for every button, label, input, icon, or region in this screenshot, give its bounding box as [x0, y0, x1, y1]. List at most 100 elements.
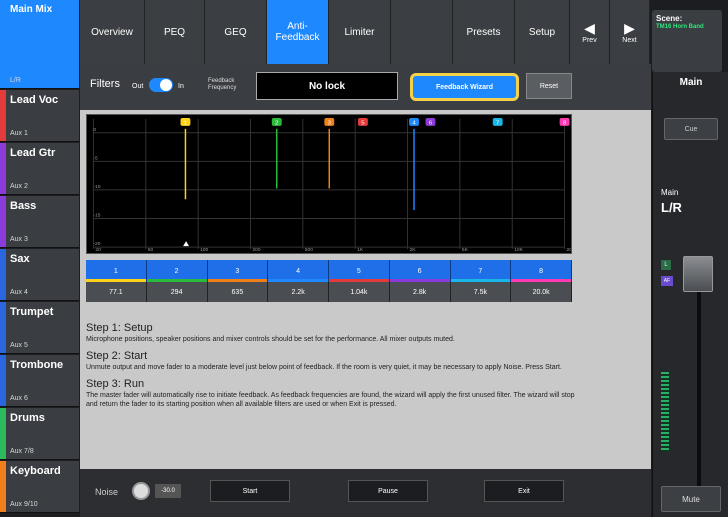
channel-sub: Aux 9/10 [10, 501, 38, 508]
scene-label: Scene: [656, 14, 683, 23]
channel-sub: Aux 6 [10, 395, 28, 402]
start-button[interactable]: Start [210, 480, 290, 502]
filter-number: 1 [113, 267, 118, 275]
filter-marker-7[interactable]: 7 [492, 117, 503, 126]
channel-sub: Aux 5 [10, 342, 28, 349]
filter-marker-1[interactable]: 1 [180, 117, 191, 126]
channel-list: Main Mix L/R Lead Voc Aux 1 Lead Gtr Aux 2 Bas… [0, 0, 79, 517]
channel-color-bar [0, 196, 6, 247]
channel-6[interactable]: Trombone Aux 6 [0, 355, 79, 407]
x-tick-label: 200 [252, 247, 260, 253]
filter-5-button[interactable]: 5 [329, 260, 390, 282]
filters-in-label: In [178, 83, 184, 90]
reset-button[interactable]: Reset [526, 73, 572, 99]
tab-limiter[interactable]: Limiter [329, 0, 391, 64]
channel-color-bar [0, 302, 6, 353]
filter-3-button[interactable]: 3 [207, 260, 269, 282]
filter-marker-5[interactable]: 5 [357, 117, 368, 126]
filter-marker-2[interactable]: 2 [271, 117, 282, 126]
pause-button[interactable]: Pause [348, 480, 428, 502]
channel-sub: Aux 2 [10, 183, 28, 190]
next-button[interactable]: ▶ Next [610, 0, 650, 64]
feedback-frequency-display: No lock [256, 72, 398, 100]
link-badge: L [661, 260, 671, 270]
channel-0[interactable]: Main Mix L/R [0, 0, 79, 89]
filter-8-button[interactable]: 8 [511, 260, 572, 282]
cue-button[interactable]: Cue [664, 118, 718, 140]
filter-6-button[interactable]: 6 [389, 260, 451, 282]
tab-peq[interactable]: PEQ [145, 0, 205, 64]
channel-name: Keyboard [10, 465, 61, 477]
tab-anti-feedback[interactable]: Anti-Feedback [267, 0, 329, 64]
channel-7[interactable]: Drums Aux 7/8 [0, 408, 79, 460]
x-tick-label: 20K [567, 247, 572, 253]
channel-name: Lead Voc [10, 94, 59, 106]
filter-number: 5 [356, 267, 361, 275]
noise-knob[interactable] [132, 482, 150, 500]
top-tabs: Overview PEQ GEQ Anti-Feedback Limiter P… [80, 0, 650, 64]
channel-2[interactable]: Lead Gtr Aux 2 [0, 143, 79, 195]
tab-empty[interactable] [391, 0, 453, 64]
noise-value: -30.0 [155, 484, 181, 498]
x-tick-label: 2K [410, 247, 417, 253]
filter-number: 4 [296, 267, 301, 275]
app-root: Main Mix L/R Lead Voc Aux 1 Lead Gtr Aux 2 Bas… [0, 0, 728, 517]
tab-overview[interactable]: Overview [80, 0, 145, 64]
filter-frequency-row: 77.1 294 635 2.2k 1.04k 2.8k 7.5k 20.0k [86, 282, 572, 302]
channel-sub: Aux 4 [10, 289, 28, 296]
feedback-label-line1: Feedback [208, 78, 235, 84]
filter-number: 7 [478, 267, 483, 275]
filter-number: 6 [417, 267, 422, 275]
filter-4-button[interactable]: 4 [268, 260, 329, 282]
mute-button[interactable]: Mute [661, 486, 721, 512]
prev-label: Prev [582, 36, 597, 44]
channel-color-bar [0, 90, 6, 141]
channel-sub: Aux 3 [10, 236, 28, 243]
step-1-body: Microphone positions, speaker positions … [86, 336, 455, 343]
y-tick-label: -15 [93, 213, 100, 219]
filter-7-button[interactable]: 7 [450, 260, 512, 282]
exit-button[interactable]: Exit [484, 480, 564, 502]
filter-2-button[interactable]: 2 [146, 260, 208, 282]
x-tick-label: 1K [357, 247, 364, 253]
channel-sub: Aux 7/8 [10, 448, 34, 455]
feedback-wizard-button[interactable]: Feedback Wizard [410, 73, 519, 101]
y-tick-label: -5 [93, 155, 98, 161]
tab-setup[interactable]: Setup [515, 0, 570, 64]
channel-1[interactable]: Lead Voc Aux 1 [0, 90, 79, 142]
y-tick-label: -20 [93, 241, 100, 247]
tab-geq[interactable]: GEQ [205, 0, 267, 64]
filter-number: 8 [539, 267, 544, 275]
filter-7-frequency: 7.5k [450, 282, 512, 302]
channel-name: Trumpet [10, 306, 54, 318]
filter-graph[interactable]: 20 50 100 200 500 1K 2K 5K 10K 20K 0 -5 -10 -15 -20 1 2 3… [86, 114, 572, 254]
channel-4[interactable]: Sax Aux 4 [0, 249, 79, 301]
wizard-instructions: Step 1: Setup Microphone positions, spea… [86, 320, 576, 415]
step-3-title: Step 3: Run [86, 378, 145, 390]
channel-8[interactable]: Keyboard Aux 9/10 [0, 461, 79, 513]
filter-marker-3[interactable]: 3 [324, 117, 335, 126]
master-fader[interactable] [683, 256, 713, 292]
tab-presets[interactable]: Presets [453, 0, 515, 64]
filter-marker-8[interactable]: 8 [559, 117, 570, 126]
filter-marker-6[interactable]: 6 [425, 117, 436, 126]
x-tick-label: 10K [514, 247, 523, 253]
filter-1-button[interactable]: 1 [86, 260, 147, 282]
level-meter [661, 372, 669, 452]
channel-name: Trombone [10, 359, 64, 371]
x-tick-label: 20 [95, 247, 101, 253]
y-tick-label: 0 [93, 127, 96, 133]
next-label: Next [622, 36, 637, 44]
filter-marker-number: 1 [184, 120, 187, 126]
channel-3[interactable]: Bass Aux 3 [0, 196, 79, 248]
prev-button[interactable]: ◀ Prev [570, 0, 610, 64]
wizard-controls: Noise -30.0 Start Pause Exit [80, 469, 651, 517]
channel-5[interactable]: Trumpet Aux 5 [0, 302, 79, 354]
right-arrow-icon: ▶ [624, 19, 635, 36]
channel-name: Bass [10, 200, 37, 212]
scene-display[interactable]: Scene: TM16 Horn Band [652, 10, 722, 72]
filters-toggle[interactable] [149, 78, 173, 92]
filter-marker-4[interactable]: 4 [409, 117, 419, 126]
filter-number: 3 [235, 267, 240, 275]
fader-track[interactable] [697, 262, 701, 502]
